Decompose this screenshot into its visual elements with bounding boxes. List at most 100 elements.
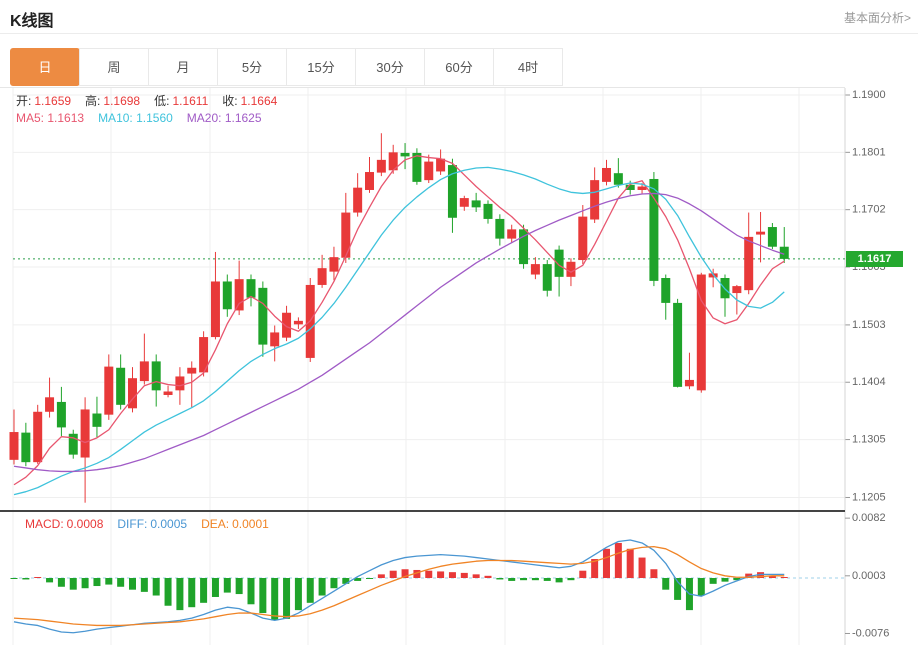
- macd-bar: [781, 577, 788, 578]
- macd-bar: [615, 543, 622, 578]
- candle: [507, 229, 516, 238]
- low-value: 低:1.1611: [154, 92, 208, 109]
- candle: [21, 433, 30, 463]
- macd-bar: [271, 578, 278, 620]
- candle: [140, 361, 149, 381]
- ohlc-legend: 开:1.1659 高:1.1698 低:1.1611 收:1.1664: [16, 92, 277, 109]
- macd-axis-label: 0.0003: [852, 570, 886, 582]
- candle: [81, 409, 90, 457]
- candle: [602, 168, 611, 182]
- candle: [187, 368, 196, 374]
- macd-bar: [165, 578, 172, 606]
- candle: [685, 380, 694, 386]
- dea-value: DEA:0.0001: [201, 517, 269, 531]
- candle: [329, 257, 338, 271]
- candle: [638, 187, 647, 190]
- price-axis-label: 1.1702: [852, 204, 886, 216]
- candle: [543, 264, 552, 291]
- price-axis-label: 1.1404: [852, 376, 886, 388]
- macd-bar: [259, 578, 266, 613]
- ma20-legend: MA20: 1.1625: [187, 111, 262, 125]
- candle: [590, 180, 599, 219]
- macd-bar: [176, 578, 183, 610]
- header-divider: [0, 33, 918, 34]
- macd-legend: MACD:0.0008 DIFF:0.0005 DEA:0.0001: [25, 517, 269, 531]
- macd-bar: [627, 549, 634, 578]
- ma5-legend: MA5: 1.1613: [16, 111, 84, 125]
- tab-4hour[interactable]: 4时: [493, 48, 563, 86]
- macd-bar: [34, 577, 41, 578]
- macd-axis-label: -0.0076: [852, 627, 889, 639]
- macd-bar: [141, 578, 148, 592]
- macd-bar: [544, 578, 551, 581]
- candle: [175, 376, 184, 390]
- macd-axis-label: 0.0082: [852, 512, 886, 524]
- macd-bar: [496, 578, 503, 579]
- price-axis-label: 1.1305: [852, 434, 886, 446]
- macd-bar: [82, 578, 89, 588]
- ma20-line: [14, 193, 784, 471]
- candle: [57, 402, 66, 427]
- macd-bar: [153, 578, 160, 596]
- candle: [768, 227, 777, 247]
- candle: [258, 288, 267, 345]
- macd-bar: [129, 578, 136, 590]
- macd-bar: [579, 571, 586, 578]
- macd-bar: [698, 578, 705, 596]
- page-title: K线图: [10, 7, 54, 31]
- macd-bar: [390, 571, 397, 578]
- candle: [294, 321, 303, 324]
- macd-bar: [461, 573, 468, 578]
- macd-bar: [93, 578, 100, 586]
- candle: [104, 367, 113, 415]
- fundamental-analysis-link[interactable]: 基本面分析>: [844, 9, 911, 26]
- candle: [744, 237, 753, 290]
- ma-legend: MA5: 1.1613 MA10: 1.1560 MA20: 1.1625: [16, 111, 262, 125]
- macd-bar: [662, 578, 669, 590]
- macd-bar: [248, 578, 255, 604]
- price-axis-label: 1.1205: [852, 491, 886, 503]
- macd-bar: [722, 578, 729, 582]
- open-value: 开:1.1659: [16, 92, 71, 109]
- candle: [235, 279, 244, 310]
- tab-5min[interactable]: 5分: [217, 48, 287, 86]
- macd-bar: [556, 578, 563, 582]
- macd-bar: [485, 576, 492, 578]
- candle: [566, 262, 575, 277]
- candle: [247, 279, 256, 298]
- candle: [673, 303, 682, 387]
- candle: [377, 160, 386, 173]
- macd-bar: [212, 578, 219, 597]
- macd-bar: [532, 578, 539, 580]
- macd-bar: [188, 578, 195, 607]
- candle: [401, 153, 410, 156]
- candle: [270, 332, 279, 346]
- macd-value: MACD:0.0008: [25, 517, 103, 531]
- macd-bar: [11, 578, 18, 579]
- tab-30min[interactable]: 30分: [355, 48, 425, 86]
- candle: [223, 281, 232, 309]
- price-axis-label: 1.1900: [852, 89, 886, 101]
- macd-bar: [603, 549, 610, 578]
- macd-bar: [58, 578, 65, 587]
- tab-month[interactable]: 月: [148, 48, 218, 86]
- candle: [152, 361, 161, 390]
- candle: [472, 200, 481, 207]
- tab-day[interactable]: 日: [10, 48, 80, 86]
- macd-bar: [378, 574, 385, 578]
- candle: [45, 397, 54, 411]
- tab-15min[interactable]: 15分: [286, 48, 356, 86]
- tab-60min[interactable]: 60分: [424, 48, 494, 86]
- price-axis-label: 1.1503: [852, 319, 886, 331]
- candle: [92, 414, 101, 427]
- candle: [10, 432, 19, 460]
- kline-chart[interactable]: 1.19001.18011.17021.16031.15031.14041.13…: [0, 88, 918, 645]
- close-value: 收:1.1664: [222, 92, 277, 109]
- candle: [756, 232, 765, 235]
- candle: [33, 412, 42, 462]
- tab-week[interactable]: 周: [79, 48, 149, 86]
- candle: [484, 204, 493, 219]
- candle: [116, 368, 125, 405]
- macd-bar: [473, 574, 480, 578]
- macd-bar: [567, 578, 574, 580]
